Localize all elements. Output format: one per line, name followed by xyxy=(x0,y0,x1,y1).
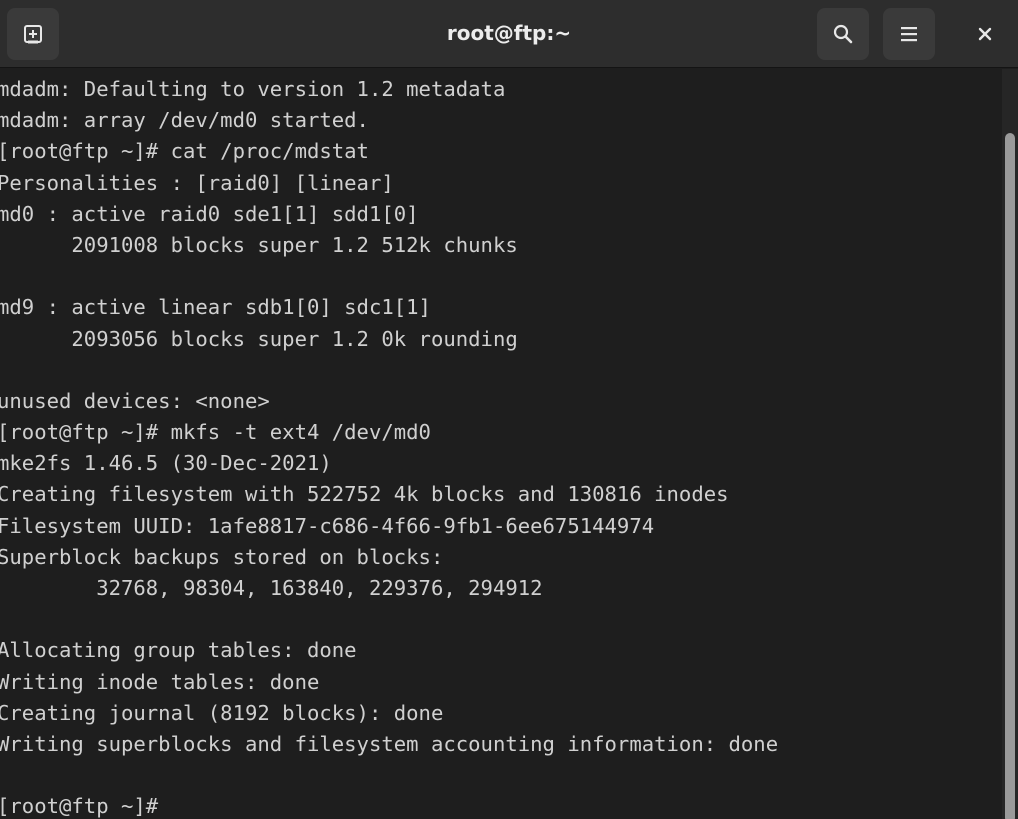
terminal-line: Creating journal (8192 blocks): done xyxy=(0,700,444,725)
terminal-line: 32768, 98304, 163840, 229376, 294912 xyxy=(0,576,543,600)
search-icon xyxy=(833,24,853,44)
terminal-line: Writing inode tables: done xyxy=(0,669,320,694)
new-tab-icon xyxy=(24,25,42,44)
close-icon xyxy=(978,27,992,41)
terminal-line: Superblock backups stored on blocks: xyxy=(0,544,444,569)
close-button[interactable] xyxy=(959,8,1011,60)
terminal-prompt-line: [root@ftp ~]# xyxy=(0,794,159,819)
header-bar: root@ftp:~ xyxy=(0,0,1018,68)
terminal-line: 2093056 blocks super 1.2 0k rounding xyxy=(0,326,518,351)
terminal-line: unused devices: <none> xyxy=(0,388,270,413)
scrollbar-thumb[interactable] xyxy=(1005,133,1015,819)
terminal-line: Filesystem UUID: 1afe8817-c686-4f66-9fb1… xyxy=(0,513,655,538)
terminal-line: 2091008 blocks super 1.2 512k chunks xyxy=(0,232,518,257)
new-tab-button[interactable] xyxy=(7,8,59,60)
terminal-line: [root@ftp ~]# mkfs -t ext4 /dev/md0 xyxy=(0,420,431,445)
terminal-line: Personalities : [raid0] [linear] xyxy=(0,170,394,195)
terminal-line: Creating filesystem with 522752 4k block… xyxy=(0,482,729,507)
terminal-line: mdadm: Defaulting to version 1.2 metadat… xyxy=(0,77,506,101)
hamburger-menu-icon xyxy=(901,27,917,42)
main-menu-button[interactable] xyxy=(883,8,935,60)
terminal-line: Writing superblocks and filesystem accou… xyxy=(0,731,779,756)
terminal-line: Allocating group tables: done xyxy=(0,638,357,663)
terminal-line: md0 : active raid0 sde1[1] sdd1[0] xyxy=(0,201,419,226)
terminal-output[interactable]: mdadm: Defaulting to version 1.2 metadat… xyxy=(0,74,1000,819)
terminal-line: [root@ftp ~]# cat /proc/mdstat xyxy=(0,139,369,164)
search-button[interactable] xyxy=(817,8,869,60)
terminal-line: mke2fs 1.46.5 (30-Dec-2021) xyxy=(0,451,332,476)
terminal-window: root@ftp:~ mdadm: Defaulting to version … xyxy=(0,0,1018,819)
vertical-scrollbar[interactable] xyxy=(1002,69,1018,819)
terminal-line: mdadm: array /dev/md0 started. xyxy=(0,108,369,133)
terminal-line: md9 : active linear sdb1[0] sdc1[1] xyxy=(0,295,431,320)
